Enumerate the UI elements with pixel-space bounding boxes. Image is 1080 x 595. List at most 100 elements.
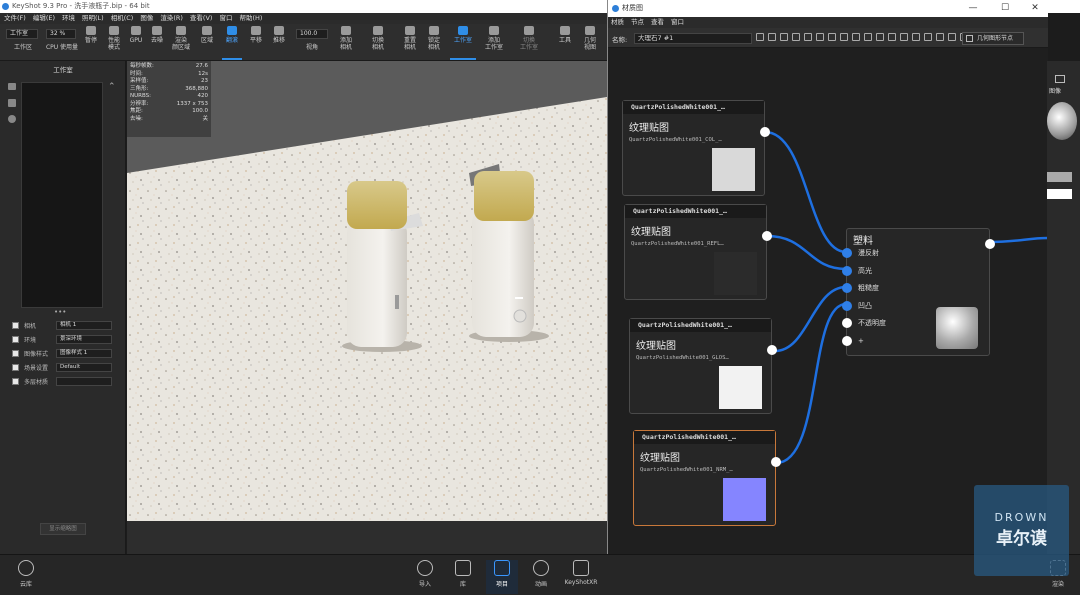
- setting-checkbox[interactable]: [12, 335, 19, 343]
- material-tool-icon[interactable]: [780, 33, 788, 41]
- menu-item[interactable]: 相机(C): [111, 13, 134, 24]
- pause-button[interactable]: 暂停: [82, 26, 100, 44]
- project-button[interactable]: 项目: [486, 560, 518, 594]
- tumble-button[interactable]: 翻滚: [222, 26, 242, 60]
- dolly-button[interactable]: 推移: [270, 26, 288, 44]
- resize-handle[interactable]: •••: [54, 308, 66, 316]
- setting-select[interactable]: [56, 376, 112, 386]
- minimize-icon[interactable]: —: [958, 0, 988, 17]
- texture-map-node[interactable]: QuartzPolishedWhite001_… 纹理贴图 QuartzPolish…: [622, 100, 770, 196]
- setting-select[interactable]: Default: [56, 362, 112, 372]
- setting-select[interactable]: 景深环境: [56, 334, 112, 344]
- material-tool-icon[interactable]: [840, 33, 848, 41]
- cpu-usage-field[interactable]: 32 %: [46, 29, 76, 39]
- setting-checkbox[interactable]: [12, 321, 19, 329]
- studio-list[interactable]: [21, 82, 103, 308]
- node-output-port[interactable]: [760, 127, 770, 137]
- workspace-select[interactable]: 工作室: [6, 29, 38, 39]
- input-port[interactable]: [842, 265, 852, 276]
- collapse-chevron-icon[interactable]: ⌃: [108, 83, 117, 92]
- input-port[interactable]: [842, 318, 852, 328]
- color-swatch-white[interactable]: [1047, 189, 1072, 199]
- menu-item[interactable]: 文件(F): [4, 13, 26, 24]
- input-port[interactable]: [842, 283, 852, 293]
- menu-item[interactable]: 图像: [140, 13, 153, 24]
- render-regions-button[interactable]: 渲染 颜区域: [170, 26, 192, 51]
- switch-camera-button[interactable]: 切换 相机: [368, 26, 388, 51]
- animation-button[interactable]: 动画: [528, 560, 554, 588]
- material-tool-icon[interactable]: [888, 33, 896, 41]
- delete-icon[interactable]: [8, 99, 16, 107]
- setting-select[interactable]: 相机 1: [56, 320, 112, 330]
- fov-field[interactable]: 100.0: [296, 29, 328, 39]
- input-port[interactable]: [842, 335, 852, 346]
- material-tool-icon[interactable]: [816, 33, 824, 41]
- add-studio-button[interactable]: 添加 工作室: [482, 26, 506, 51]
- material-tool-icon[interactable]: [876, 33, 884, 41]
- performance-mode-button[interactable]: 性能 模式: [104, 26, 124, 51]
- node-output-port[interactable]: [767, 345, 777, 355]
- maximize-icon[interactable]: ☐: [990, 0, 1020, 17]
- gpu-button[interactable]: GPU: [128, 26, 144, 44]
- material-tool-icon[interactable]: [948, 33, 956, 41]
- add-studio-icon[interactable]: [8, 83, 16, 90]
- stat-value: 100.0: [192, 108, 208, 114]
- material-menu-item[interactable]: 节点: [631, 17, 644, 28]
- node-output-port[interactable]: [762, 231, 772, 241]
- menu-item[interactable]: 渲染(R): [160, 13, 183, 24]
- material-tool-icon[interactable]: [912, 33, 920, 41]
- menu-item[interactable]: 窗口: [219, 13, 232, 24]
- node-output-port[interactable]: [771, 457, 781, 467]
- library-button[interactable]: 库: [452, 560, 474, 588]
- tools-button[interactable]: 工具: [556, 26, 574, 44]
- add-camera-button[interactable]: 添加 相机: [336, 26, 356, 51]
- geometry-view-button[interactable]: 几何 视图: [580, 26, 600, 51]
- material-menu-item[interactable]: 材质: [611, 17, 624, 28]
- material-name-field[interactable]: 大理石7 #1: [634, 33, 752, 44]
- material-tool-icon[interactable]: [804, 33, 812, 41]
- settings-gear-icon[interactable]: [8, 115, 16, 123]
- material-tool-icon[interactable]: [936, 33, 944, 41]
- cloud-library-button[interactable]: 云库: [14, 560, 38, 588]
- setting-select[interactable]: 图像样式 1: [56, 348, 112, 358]
- input-port[interactable]: [842, 248, 852, 258]
- material-tool-icon[interactable]: [768, 33, 776, 41]
- material-tool-icon[interactable]: [864, 33, 872, 41]
- material-tool-icon[interactable]: [792, 33, 800, 41]
- material-tool-icon[interactable]: [852, 33, 860, 41]
- input-port[interactable]: [842, 300, 852, 311]
- material-tool-icon[interactable]: [900, 33, 908, 41]
- material-tool-icon[interactable]: [924, 33, 932, 41]
- keyshotxr-button[interactable]: KeyShotXR: [564, 560, 598, 586]
- reset-camera-button[interactable]: 重置 相机: [400, 26, 420, 51]
- material-menu-item[interactable]: 查看: [651, 17, 664, 28]
- studio-button[interactable]: 工作室: [450, 26, 476, 60]
- import-button[interactable]: 导入: [414, 560, 436, 588]
- geometry-node-button[interactable]: 几何图形节点: [962, 32, 1024, 45]
- lock-camera-button[interactable]: 锁定 相机: [424, 26, 444, 51]
- show-thumbnails-button[interactable]: 显示缩略图: [40, 523, 86, 535]
- menu-item[interactable]: 环境: [62, 13, 75, 24]
- menu-item[interactable]: 照明(L): [82, 13, 104, 24]
- setting-checkbox[interactable]: [12, 377, 19, 385]
- setting-checkbox[interactable]: [12, 363, 19, 371]
- region-button[interactable]: 区域: [198, 26, 216, 44]
- menu-item[interactable]: 编辑(E): [33, 13, 55, 24]
- texture-map-node[interactable]: QuartzPolishedWhite001_… 纹理贴图 QuartzPolish…: [629, 318, 777, 414]
- material-tool-icon[interactable]: [828, 33, 836, 41]
- menu-item[interactable]: 查看(V): [190, 13, 213, 24]
- close-icon[interactable]: ✕: [1020, 0, 1050, 17]
- switch-studio-button[interactable]: 切换 工作室: [516, 26, 542, 51]
- material-tool-icon[interactable]: [756, 33, 764, 41]
- plastic-output-port[interactable]: [985, 239, 995, 249]
- texture-map-node[interactable]: QuartzPolishedWhite001_… 纹理贴图 QuartzPolish…: [624, 204, 772, 300]
- color-swatch-gray[interactable]: [1047, 172, 1072, 182]
- setting-checkbox[interactable]: [12, 349, 19, 357]
- image-icon[interactable]: [1055, 75, 1065, 83]
- denoise-button[interactable]: 去噪: [148, 26, 166, 44]
- menu-item[interactable]: 帮助(H): [239, 13, 262, 24]
- material-menu-item[interactable]: 窗口: [671, 17, 684, 28]
- pan-button[interactable]: 平移: [246, 26, 266, 44]
- texture-map-node[interactable]: QuartzPolishedWhite001_… 纹理贴图 QuartzPolish…: [633, 430, 781, 526]
- plastic-material-node[interactable]: 塑料 漫反射 高光 粗糙度 凹凸 不透明度 +: [842, 228, 995, 356]
